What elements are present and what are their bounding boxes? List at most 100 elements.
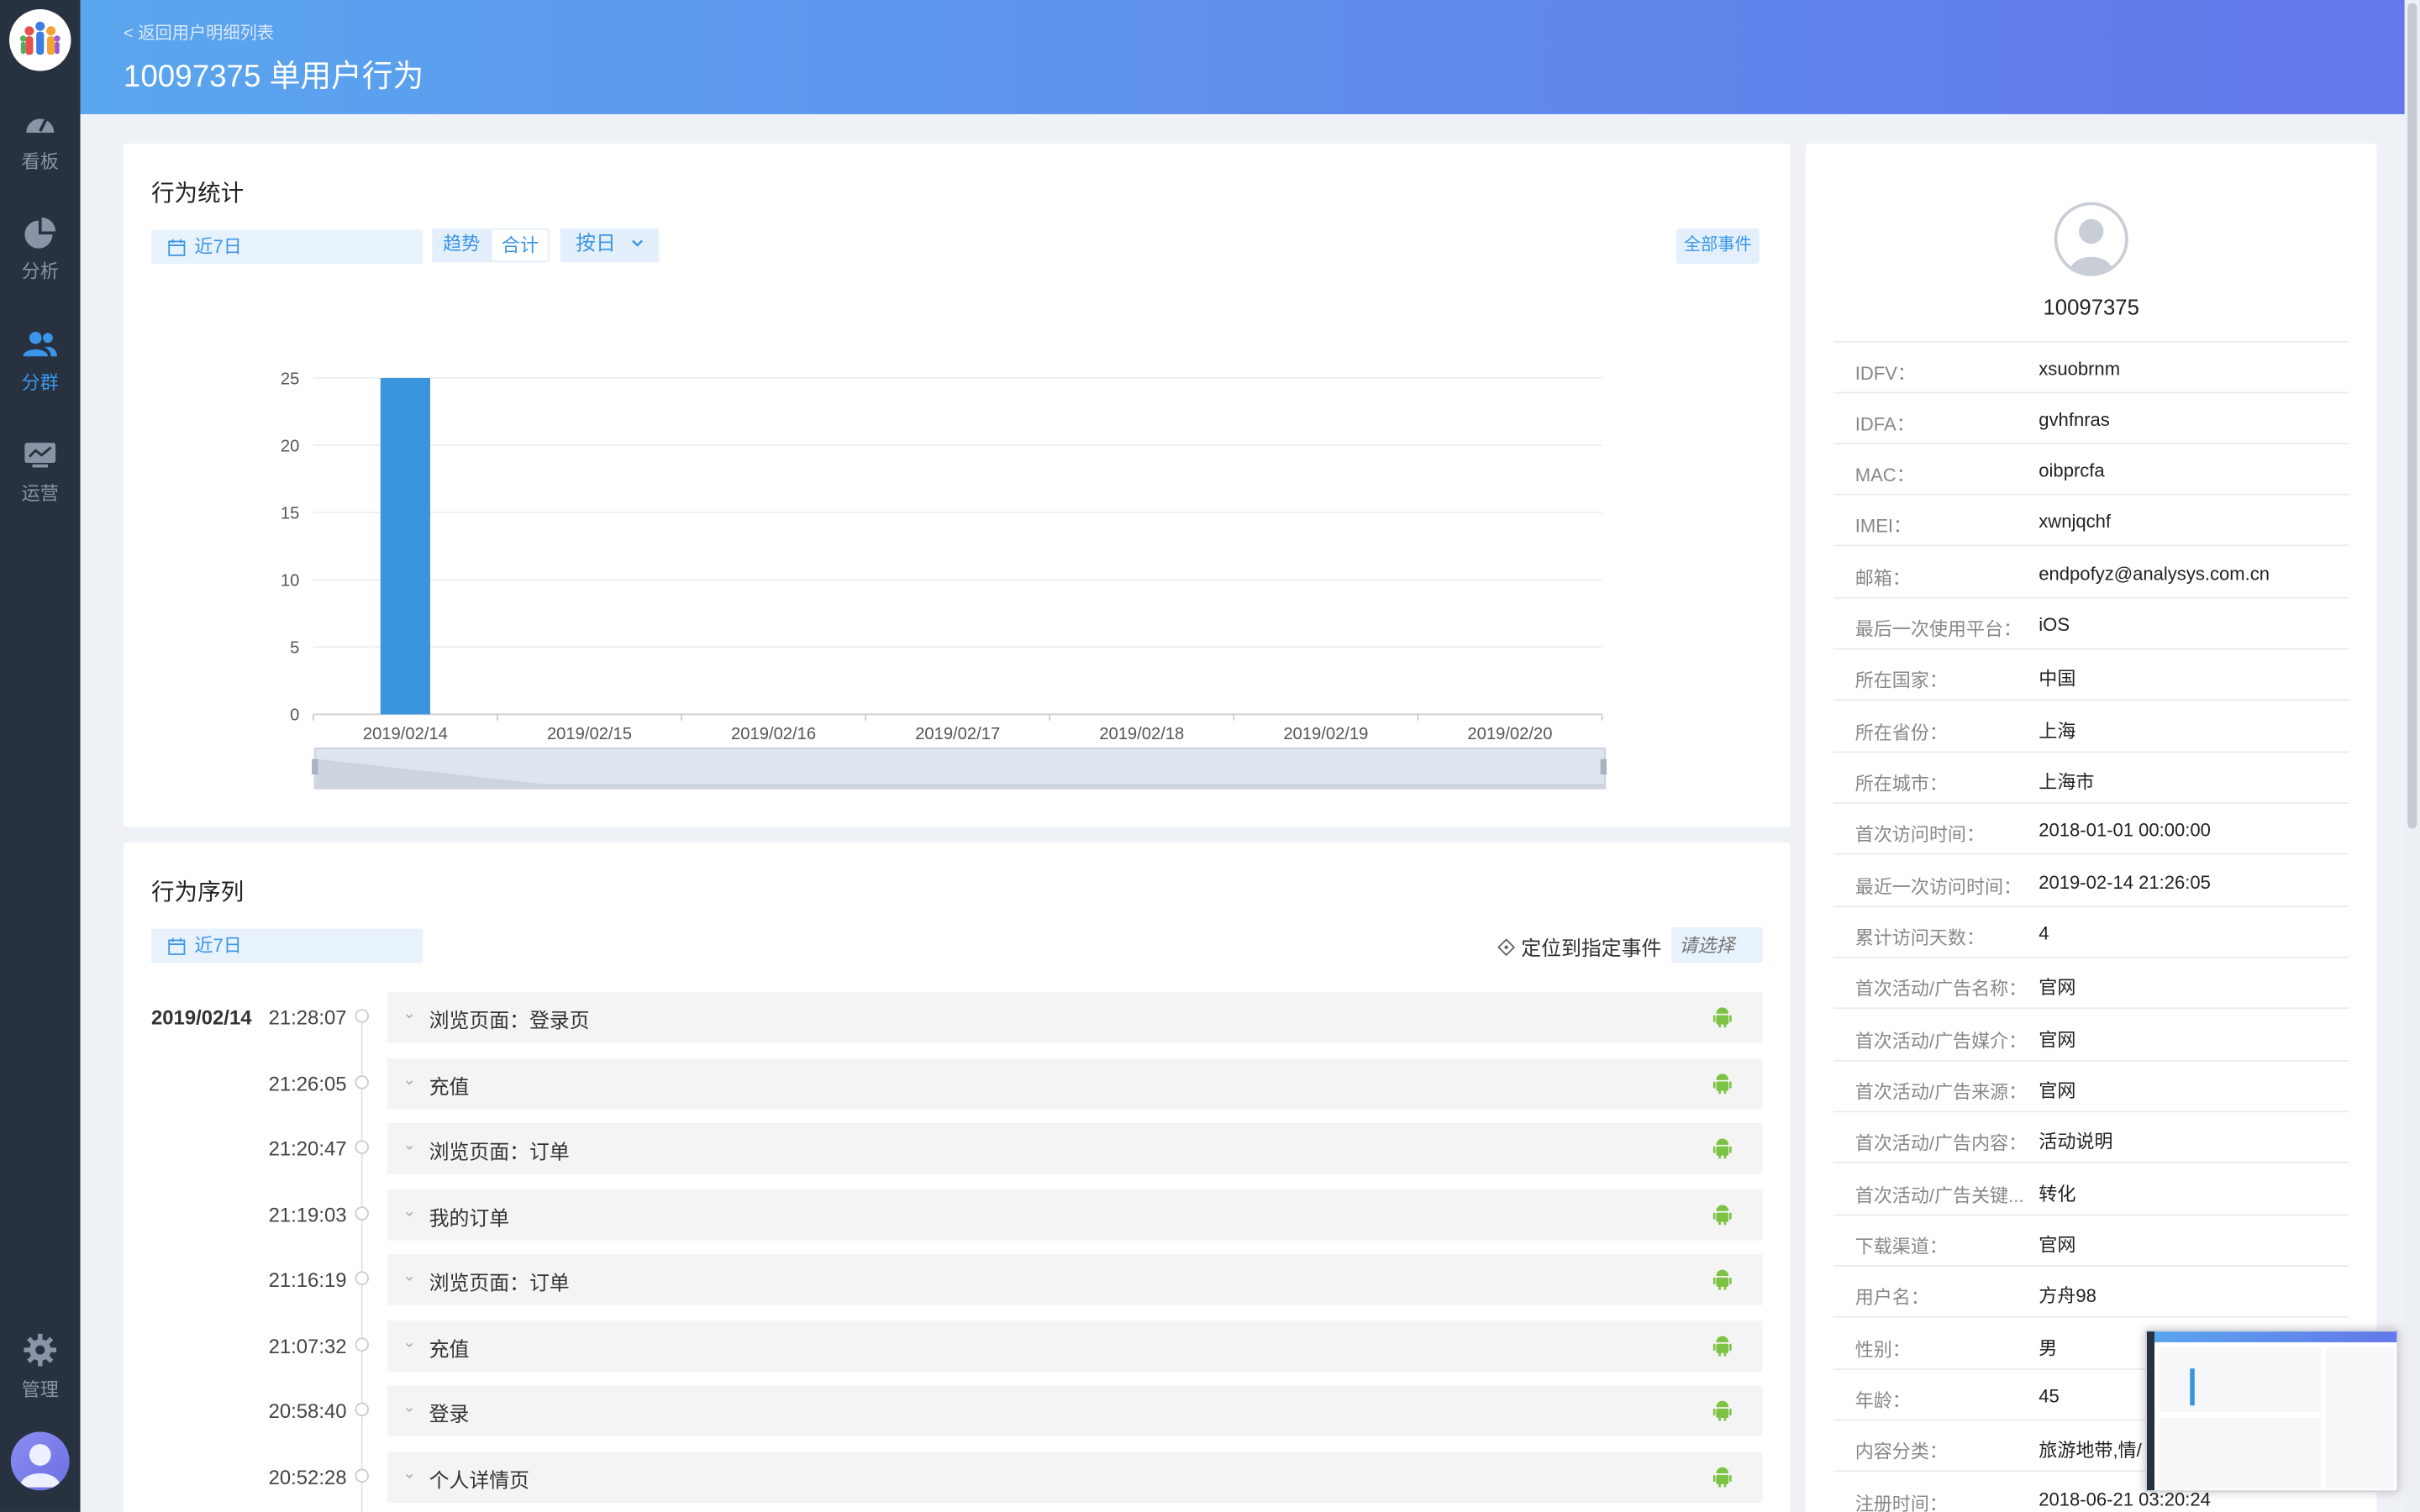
chevron-down-icon[interactable]: ⌄ bbox=[402, 1073, 415, 1089]
event-row[interactable]: 20:52:28 ⌄ 个人详情页 bbox=[151, 1452, 1763, 1503]
field-value: 活动说明 bbox=[2039, 1131, 2113, 1153]
event-row[interactable]: 21:07:32 ⌄ 充值 bbox=[151, 1320, 1763, 1372]
chevron-down-icon[interactable]: ⌄ bbox=[402, 1204, 415, 1221]
timeline-dot bbox=[355, 1140, 369, 1154]
field-value: 2018-01-01 00:00:00 bbox=[2039, 819, 2211, 842]
event-time: 21:26:05 bbox=[268, 1072, 347, 1096]
field-key: 性别： bbox=[1854, 1339, 1911, 1361]
sequence-date-range-picker[interactable]: 近7日 bbox=[150, 928, 424, 963]
tab-total[interactable]: 合计 bbox=[491, 228, 550, 263]
timeline-dot bbox=[355, 1271, 369, 1285]
chevron-down-icon[interactable]: ⌄ bbox=[402, 1268, 415, 1285]
timeline-dot bbox=[355, 1206, 369, 1221]
profile-row: 所在国家： 中国 bbox=[1833, 649, 2349, 701]
field-key: 所在国家： bbox=[1854, 669, 1948, 691]
app-root: 看板 分析 分群 运营 管理 < 返回用户明细列表 10097375 单用户行为… bbox=[0, 0, 2420, 1512]
calendar-icon bbox=[168, 937, 186, 955]
monitor-icon bbox=[24, 443, 56, 468]
field-value: gvhfnras bbox=[2039, 408, 2110, 431]
field-key: 年龄： bbox=[1854, 1389, 1911, 1412]
zoom-handle-right[interactable] bbox=[1600, 759, 1607, 775]
chevron-down-icon[interactable]: ⌄ bbox=[402, 1335, 415, 1352]
behavior-sequence-title: 行为序列 bbox=[150, 879, 245, 906]
field-value: 转化 bbox=[2039, 1183, 2076, 1205]
field-value: 方舟98 bbox=[2039, 1284, 2096, 1307]
sidebar: 看板 分析 分群 运营 管理 bbox=[0, 0, 81, 1512]
event-bar[interactable]: ⌄ 登录 bbox=[387, 1385, 1763, 1436]
user-avatar[interactable] bbox=[10, 1431, 70, 1491]
field-value: iOS bbox=[2039, 614, 2070, 636]
profile-row: 所在城市： 上海市 bbox=[1833, 753, 2349, 804]
app-logo[interactable] bbox=[9, 9, 71, 71]
field-value: 官网 bbox=[2039, 1079, 2076, 1102]
event-label: 登录 bbox=[429, 1402, 470, 1426]
profile-row: 首次活动/广告内容： 活动说明 bbox=[1833, 1112, 2349, 1163]
event-row[interactable]: 2019/02/14 21:28:07 ⌄ 浏览页面：登录页 bbox=[151, 991, 1763, 1043]
stats-date-range-picker[interactable]: 近7日 bbox=[150, 229, 424, 265]
event-label: 浏览页面：订单 bbox=[429, 1140, 570, 1163]
field-value: 上海 bbox=[2039, 720, 2076, 743]
android-icon bbox=[1712, 1205, 1732, 1226]
page-scrollbar[interactable] bbox=[2404, 0, 2420, 1512]
calendar-icon bbox=[168, 239, 186, 256]
field-key: 用户名： bbox=[1854, 1286, 1929, 1309]
event-row[interactable]: 21:19:03 ⌄ 我的订单 bbox=[151, 1189, 1763, 1241]
x-tick-label: 2019/02/17 bbox=[915, 725, 1000, 743]
sidebar-item-label: 管理 bbox=[21, 1379, 59, 1401]
field-key: 邮箱： bbox=[1854, 567, 1911, 590]
field-value: 2019-02-14 21:26:05 bbox=[2039, 871, 2211, 894]
zoom-handle-left[interactable] bbox=[312, 759, 318, 775]
tab-trend[interactable]: 趋势 bbox=[432, 228, 492, 263]
event-row[interactable]: 21:26:05 ⌄ 充值 bbox=[151, 1058, 1763, 1110]
sidebar-item-analysis[interactable]: 分析 bbox=[0, 217, 81, 310]
sidebar-item-operations[interactable]: 运营 bbox=[0, 439, 81, 532]
page-header: < 返回用户明细列表 10097375 单用户行为 bbox=[80, 0, 2420, 114]
y-tick-label: 15 bbox=[281, 504, 299, 522]
field-key: 累计访问天数： bbox=[1854, 927, 1986, 949]
field-value: 官网 bbox=[2039, 1029, 2076, 1051]
granularity-select[interactable]: 按日 bbox=[560, 228, 660, 263]
field-value: 2018-06-21 03:20:24 bbox=[2039, 1488, 2211, 1511]
chevron-down-icon[interactable]: ⌄ bbox=[402, 1466, 415, 1483]
profile-row: 下载渠道： 官网 bbox=[1833, 1215, 2349, 1267]
field-value: endpofyz@analysys.com.cn bbox=[2039, 563, 2270, 585]
android-icon bbox=[1712, 1269, 1732, 1290]
android-icon bbox=[1712, 1336, 1732, 1357]
profile-avatar bbox=[2054, 202, 2128, 276]
event-time: 21:16:19 bbox=[268, 1268, 347, 1292]
event-bar[interactable]: ⌄ 浏览页面：登录页 bbox=[387, 991, 1763, 1043]
all-events-button[interactable]: 全部事件 bbox=[1676, 228, 1760, 265]
event-label: 充值 bbox=[429, 1337, 470, 1361]
chart-zoom-slider[interactable] bbox=[312, 747, 1607, 790]
event-bar[interactable]: ⌄ 充值 bbox=[387, 1320, 1763, 1372]
field-value: 官网 bbox=[2039, 976, 2076, 999]
screenshot-preview-thumbnail[interactable] bbox=[2145, 1330, 2399, 1493]
event-bar[interactable]: ⌄ 浏览页面：订单 bbox=[387, 1123, 1763, 1174]
sidebar-item-segments[interactable]: 分群 bbox=[0, 328, 81, 421]
field-value: 男 bbox=[2039, 1337, 2058, 1360]
field-key: IDFV： bbox=[1854, 362, 1916, 385]
sidebar-item-admin[interactable]: 管理 bbox=[0, 1333, 81, 1425]
event-bar[interactable]: ⌄ 充值 bbox=[387, 1058, 1763, 1110]
x-tick-label: 2019/02/18 bbox=[1099, 725, 1184, 743]
sidebar-item-dashboard[interactable]: 看板 bbox=[0, 108, 81, 201]
field-key: 所在省份： bbox=[1854, 722, 1948, 744]
scrollbar-thumb[interactable] bbox=[2407, 3, 2417, 829]
field-value: 45 bbox=[2039, 1385, 2060, 1408]
chart-bar[interactable] bbox=[380, 377, 430, 715]
event-time: 21:07:32 bbox=[268, 1334, 347, 1358]
behavior-stats-title: 行为统计 bbox=[150, 180, 245, 207]
event-bar[interactable]: ⌄ 个人详情页 bbox=[387, 1452, 1763, 1503]
event-row[interactable]: 21:16:19 ⌄ 浏览页面：订单 bbox=[151, 1254, 1763, 1305]
back-to-user-list-link[interactable]: < 返回用户明细列表 bbox=[124, 20, 274, 45]
event-row[interactable]: 21:20:47 ⌄ 浏览页面：订单 bbox=[151, 1123, 1763, 1174]
chevron-down-icon[interactable]: ⌄ bbox=[402, 1006, 415, 1023]
y-tick-label: 0 bbox=[290, 706, 299, 725]
profile-row: 首次活动/广告关键... 转化 bbox=[1833, 1165, 2349, 1216]
chevron-down-icon[interactable]: ⌄ bbox=[402, 1399, 415, 1416]
event-bar[interactable]: ⌄ 浏览页面：订单 bbox=[387, 1254, 1763, 1305]
event-bar[interactable]: ⌄ 我的订单 bbox=[387, 1189, 1763, 1241]
chevron-down-icon[interactable]: ⌄ bbox=[402, 1137, 415, 1154]
locate-event-select[interactable] bbox=[1671, 927, 1763, 963]
event-row[interactable]: 20:58:40 ⌄ 登录 bbox=[151, 1385, 1763, 1436]
